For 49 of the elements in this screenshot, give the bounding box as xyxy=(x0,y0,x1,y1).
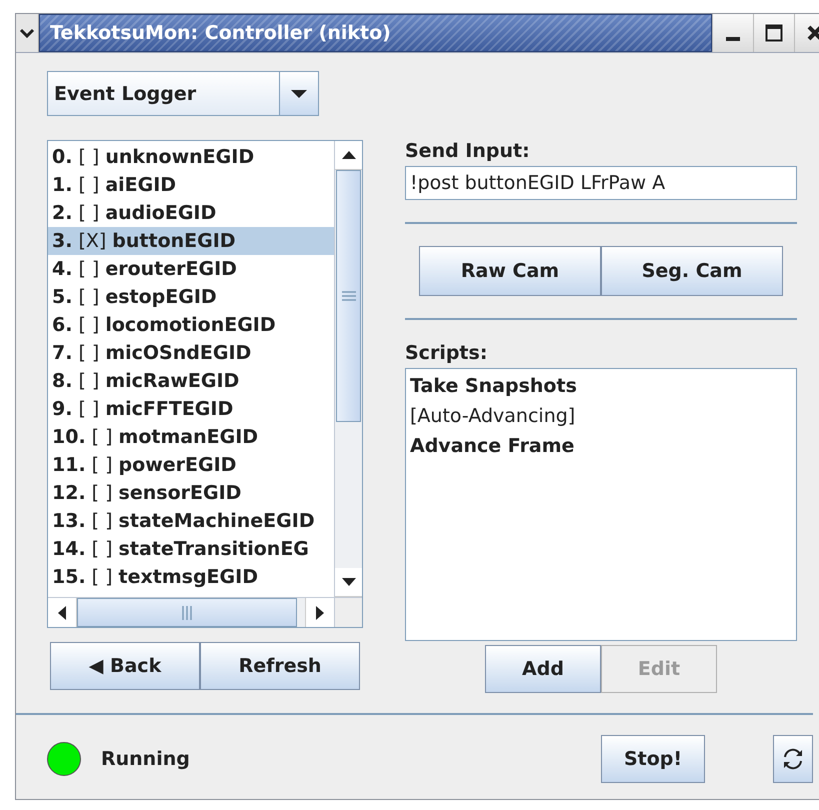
chevron-down-icon xyxy=(19,27,35,39)
refresh-icon xyxy=(781,747,805,771)
mode-dropdown[interactable]: Event Logger xyxy=(47,71,319,116)
event-list-item[interactable]: 11. [ ] powerEGID xyxy=(48,451,334,479)
event-list-item[interactable]: 8. [ ] micRawEGID xyxy=(48,367,334,395)
add-button[interactable]: Add xyxy=(485,645,601,693)
event-list-item[interactable]: 14. [ ] stateTransitionEG xyxy=(48,535,334,563)
left-arrow-icon xyxy=(58,606,66,620)
close-icon xyxy=(807,25,819,41)
event-list-item[interactable]: 6. [ ] locomotionEGID xyxy=(48,311,334,339)
event-list-item[interactable]: 0. [ ] unknownEGID xyxy=(48,143,334,171)
minimize-icon xyxy=(726,37,740,41)
event-list-item[interactable]: 9. [ ] micFFTEGID xyxy=(48,395,334,423)
stop-button[interactable]: Stop! xyxy=(601,735,705,783)
scripts-label: Scripts: xyxy=(405,342,488,364)
event-list-item[interactable]: 1. [ ] aiEGID xyxy=(48,171,334,199)
event-list-item[interactable]: 13. [ ] stateMachineEGID xyxy=(48,507,334,535)
seg-cam-button[interactable]: Seg. Cam xyxy=(601,246,783,296)
event-list-item[interactable]: 7. [ ] micOSndEGID xyxy=(48,339,334,367)
raw-cam-button[interactable]: Raw Cam xyxy=(419,246,601,296)
send-input-field[interactable]: !post buttonEGID LFrPaw A xyxy=(405,166,797,200)
event-list-item[interactable]: 4. [ ] erouterEGID xyxy=(48,255,334,283)
event-list-item[interactable]: 3. [X] buttonEGID xyxy=(48,227,334,255)
script-item[interactable]: [Auto-Advancing] xyxy=(410,405,792,427)
event-list-item[interactable]: 15. [ ] textmsgEGID xyxy=(48,563,334,591)
minimize-button[interactable] xyxy=(712,14,753,52)
grip-icon xyxy=(182,606,192,620)
event-list-item[interactable]: 2. [ ] audioEGID xyxy=(48,199,334,227)
maximize-icon xyxy=(765,24,783,42)
reload-button[interactable] xyxy=(773,735,813,783)
right-arrow-icon xyxy=(316,606,324,620)
window-title: TekkotsuMon: Controller (nikto) xyxy=(50,22,391,44)
back-button[interactable]: ◀ Back xyxy=(50,642,200,690)
script-item[interactable]: Advance Frame xyxy=(410,435,792,457)
status-text: Running xyxy=(101,748,191,770)
grip-icon xyxy=(342,291,356,301)
up-arrow-icon xyxy=(342,151,356,159)
vertical-scrollbar[interactable] xyxy=(334,141,362,597)
script-item[interactable]: Take Snapshots xyxy=(410,375,792,397)
down-arrow-icon xyxy=(342,578,356,586)
horizontal-scrollbar[interactable] xyxy=(48,597,334,627)
caret-icon xyxy=(291,88,307,98)
event-list-item[interactable]: 5. [ ] estopEGID xyxy=(48,283,334,311)
send-input-label: Send Input: xyxy=(405,140,531,162)
event-list-item[interactable]: 10. [ ] motmanEGID xyxy=(48,423,334,451)
event-list-item[interactable]: 12. [ ] sensorEGID xyxy=(48,479,334,507)
maximize-button[interactable] xyxy=(753,14,794,52)
scrollbar-corner xyxy=(334,597,362,627)
refresh-button[interactable]: Refresh xyxy=(200,642,360,690)
